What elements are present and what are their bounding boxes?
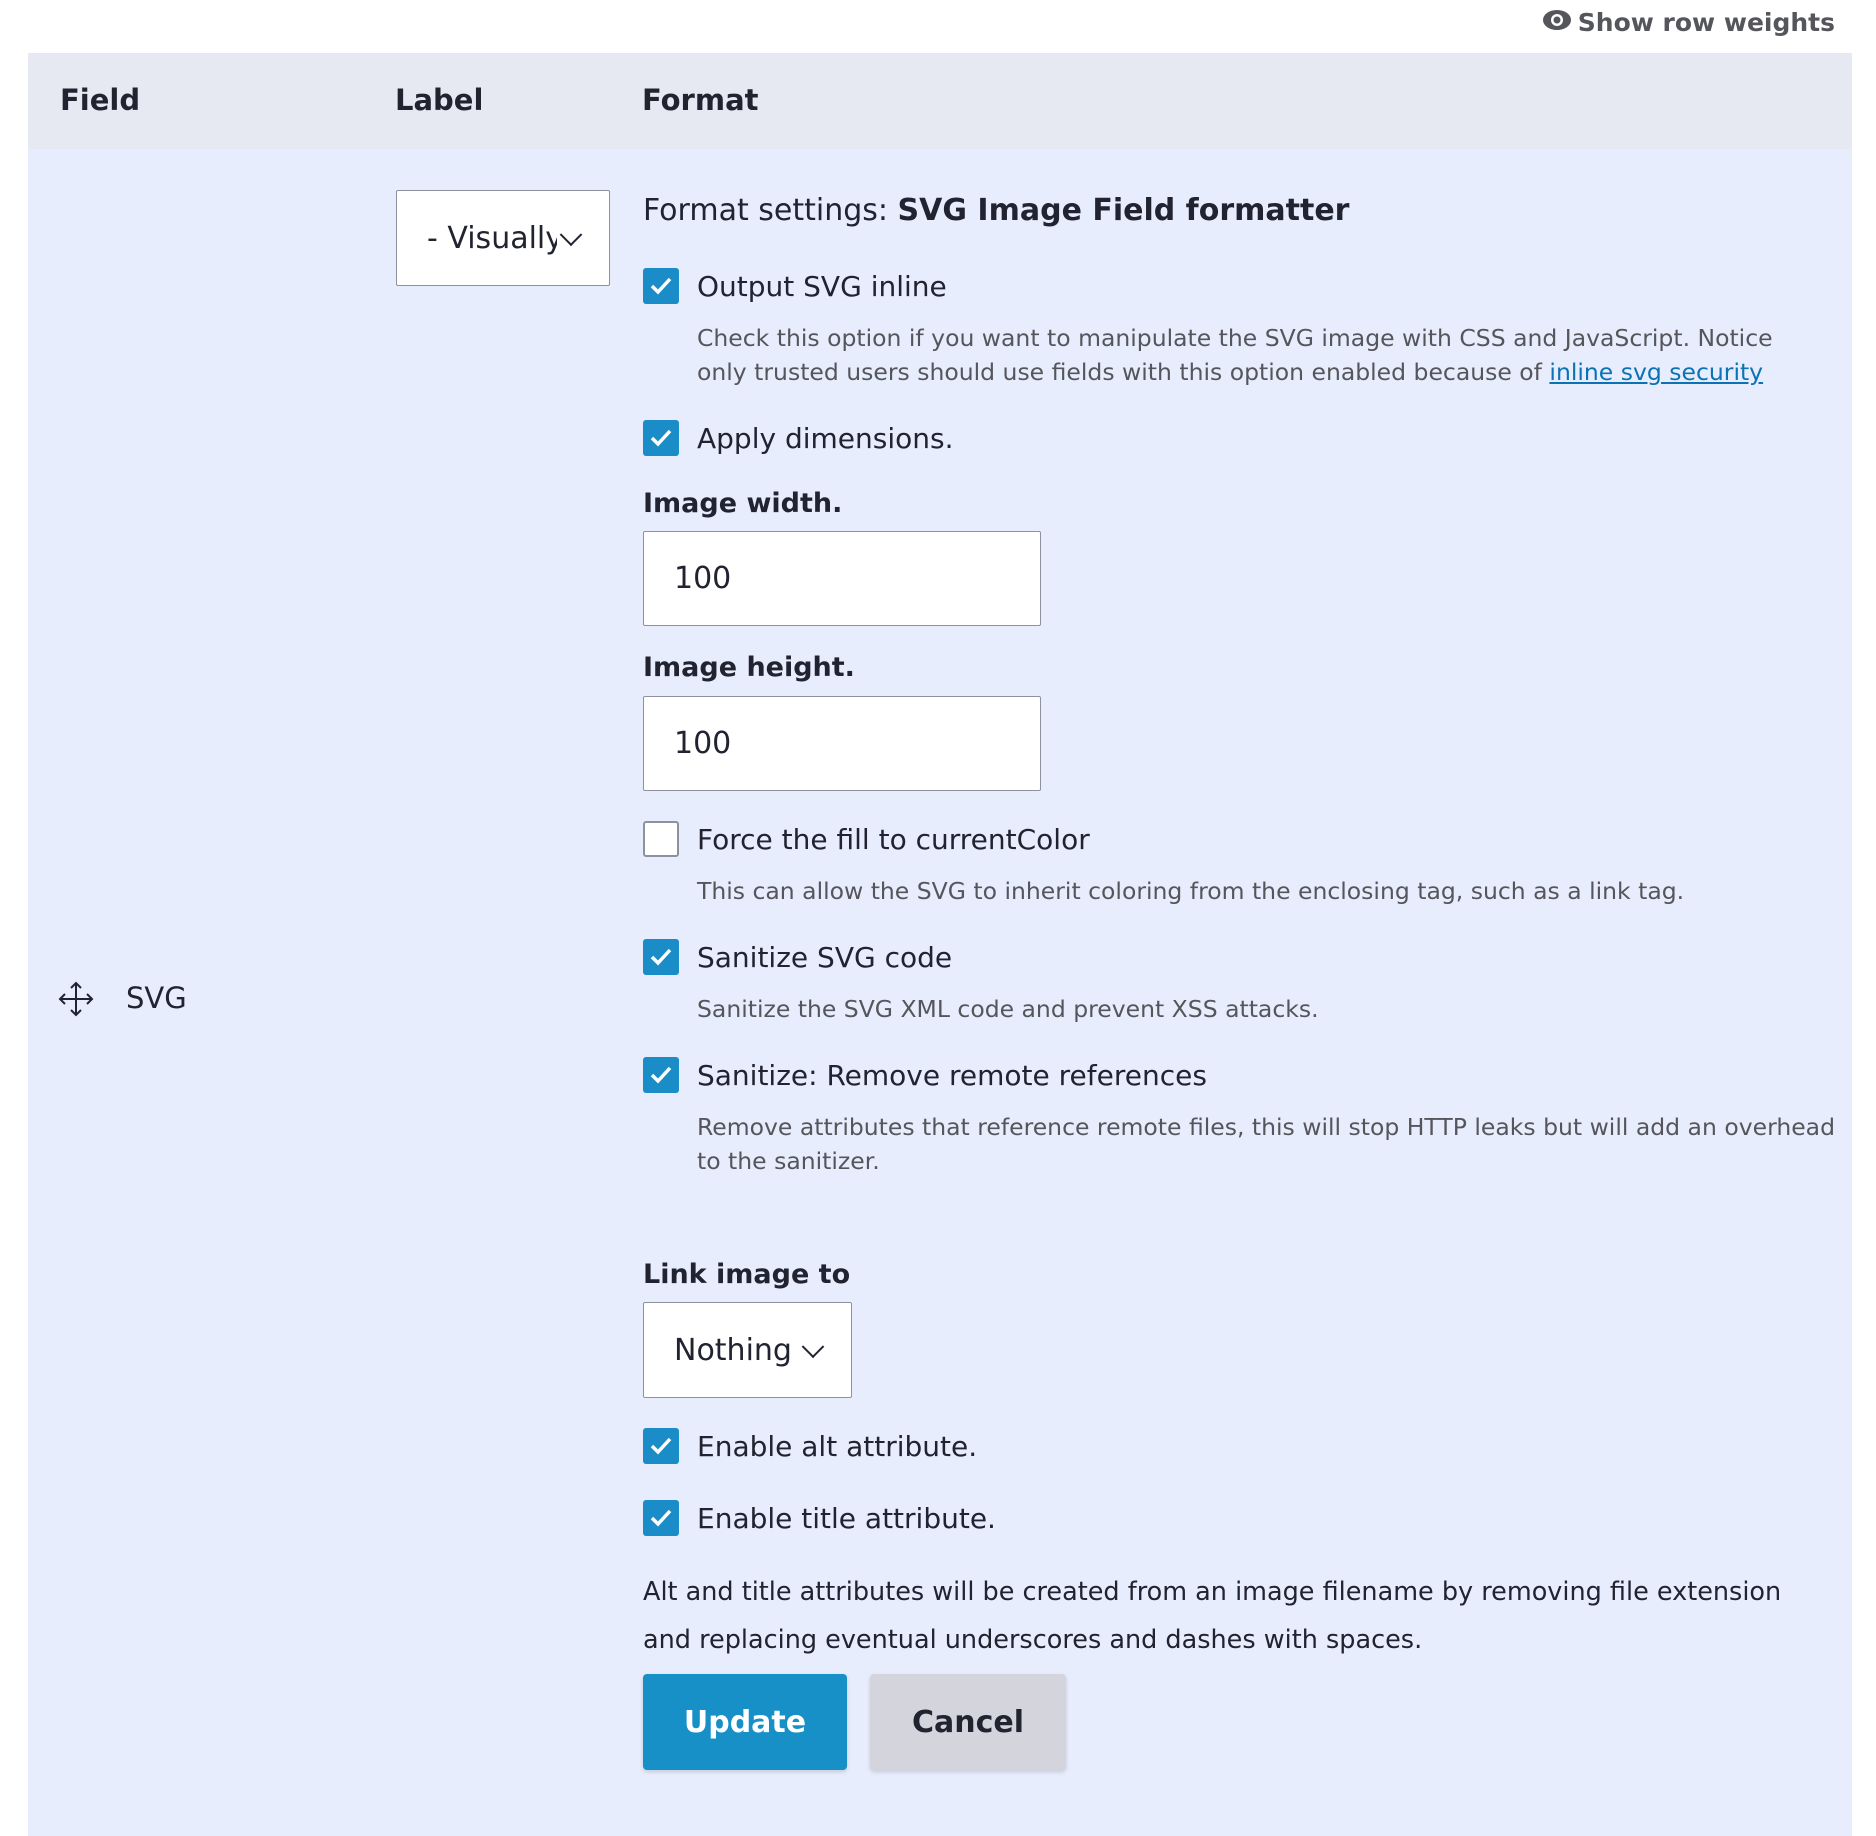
drag-handle-icon[interactable] [58, 981, 94, 1021]
field-name: SVG [126, 981, 187, 1015]
image-height-value: 100 [674, 726, 732, 761]
enable-title-checkbox[interactable] [643, 1500, 679, 1536]
label-select[interactable]: - Visually Hidden - [396, 190, 610, 286]
remove-remote-desc: Remove attributes that reference remote … [697, 1113, 1835, 1175]
output-inline-checkbox-row[interactable]: Output SVG inline [643, 268, 947, 304]
alt-title-note: Alt and title attributes will be created… [643, 1577, 1782, 1655]
sanitize-label: Sanitize SVG code [697, 940, 953, 974]
enable-title-row[interactable]: Enable title attribute. [643, 1500, 996, 1536]
chevron-down-icon [559, 223, 583, 247]
header-label: Label [395, 83, 484, 117]
update-button[interactable]: Update [643, 1674, 847, 1770]
show-row-weights-button[interactable]: Show row weights [1542, 8, 1835, 37]
force-fill-checkbox[interactable] [643, 821, 679, 857]
enable-alt-row[interactable]: Enable alt attribute. [643, 1428, 977, 1464]
formatter-name: SVG Image Field formatter [897, 193, 1350, 228]
link-image-select[interactable]: Nothing [643, 1302, 852, 1398]
remove-remote-label: Sanitize: Remove remote references [697, 1058, 1207, 1092]
format-settings-title: Format settings: SVG Image Field formatt… [643, 193, 1349, 228]
eye-icon [1542, 8, 1572, 37]
sanitize-desc: Sanitize the SVG XML code and prevent XS… [697, 995, 1319, 1023]
image-width-value: 100 [674, 561, 732, 596]
chevron-down-icon [801, 1335, 825, 1359]
apply-dimensions-label: Apply dimensions. [697, 421, 954, 455]
image-width-label: Image width. [643, 488, 843, 519]
image-height-input[interactable]: 100 [643, 696, 1041, 791]
header-field: Field [60, 83, 141, 117]
enable-alt-checkbox[interactable] [643, 1428, 679, 1464]
image-width-input[interactable]: 100 [643, 531, 1041, 626]
force-fill-label: Force the fill to currentColor [697, 822, 1090, 856]
sanitize-checkbox[interactable] [643, 939, 679, 975]
link-image-value: Nothing [674, 1332, 792, 1368]
force-fill-desc: This can allow the SVG to inherit colori… [697, 877, 1685, 905]
output-inline-checkbox[interactable] [643, 268, 679, 304]
output-inline-label: Output SVG inline [697, 269, 947, 303]
image-height-label: Image height. [643, 652, 855, 683]
apply-dimensions-checkbox[interactable] [643, 420, 679, 456]
remove-remote-checkbox[interactable] [643, 1057, 679, 1093]
field-display-table: Field Label Format SVG - Visually Hidden… [28, 53, 1852, 1836]
label-select-value: - Visually Hidden - [427, 220, 557, 256]
header-format: Format [642, 83, 759, 117]
show-row-weights-label: Show row weights [1577, 8, 1835, 37]
enable-title-label: Enable title attribute. [697, 1501, 996, 1535]
enable-alt-label: Enable alt attribute. [697, 1429, 978, 1463]
title-prefix: Format settings: [643, 193, 898, 228]
link-image-label: Link image to [643, 1259, 851, 1290]
sanitize-row[interactable]: Sanitize SVG code [643, 939, 952, 975]
inline-svg-security-link[interactable]: inline svg security [1549, 358, 1763, 386]
force-fill-row[interactable]: Force the fill to currentColor [643, 821, 1090, 857]
table-header: Field Label Format [28, 53, 1852, 149]
remove-remote-row[interactable]: Sanitize: Remove remote references [643, 1057, 1207, 1093]
cancel-button[interactable]: Cancel [870, 1674, 1066, 1770]
output-inline-desc: Check this option if you want to manipul… [697, 321, 1827, 389]
apply-dimensions-row[interactable]: Apply dimensions. [643, 420, 953, 456]
